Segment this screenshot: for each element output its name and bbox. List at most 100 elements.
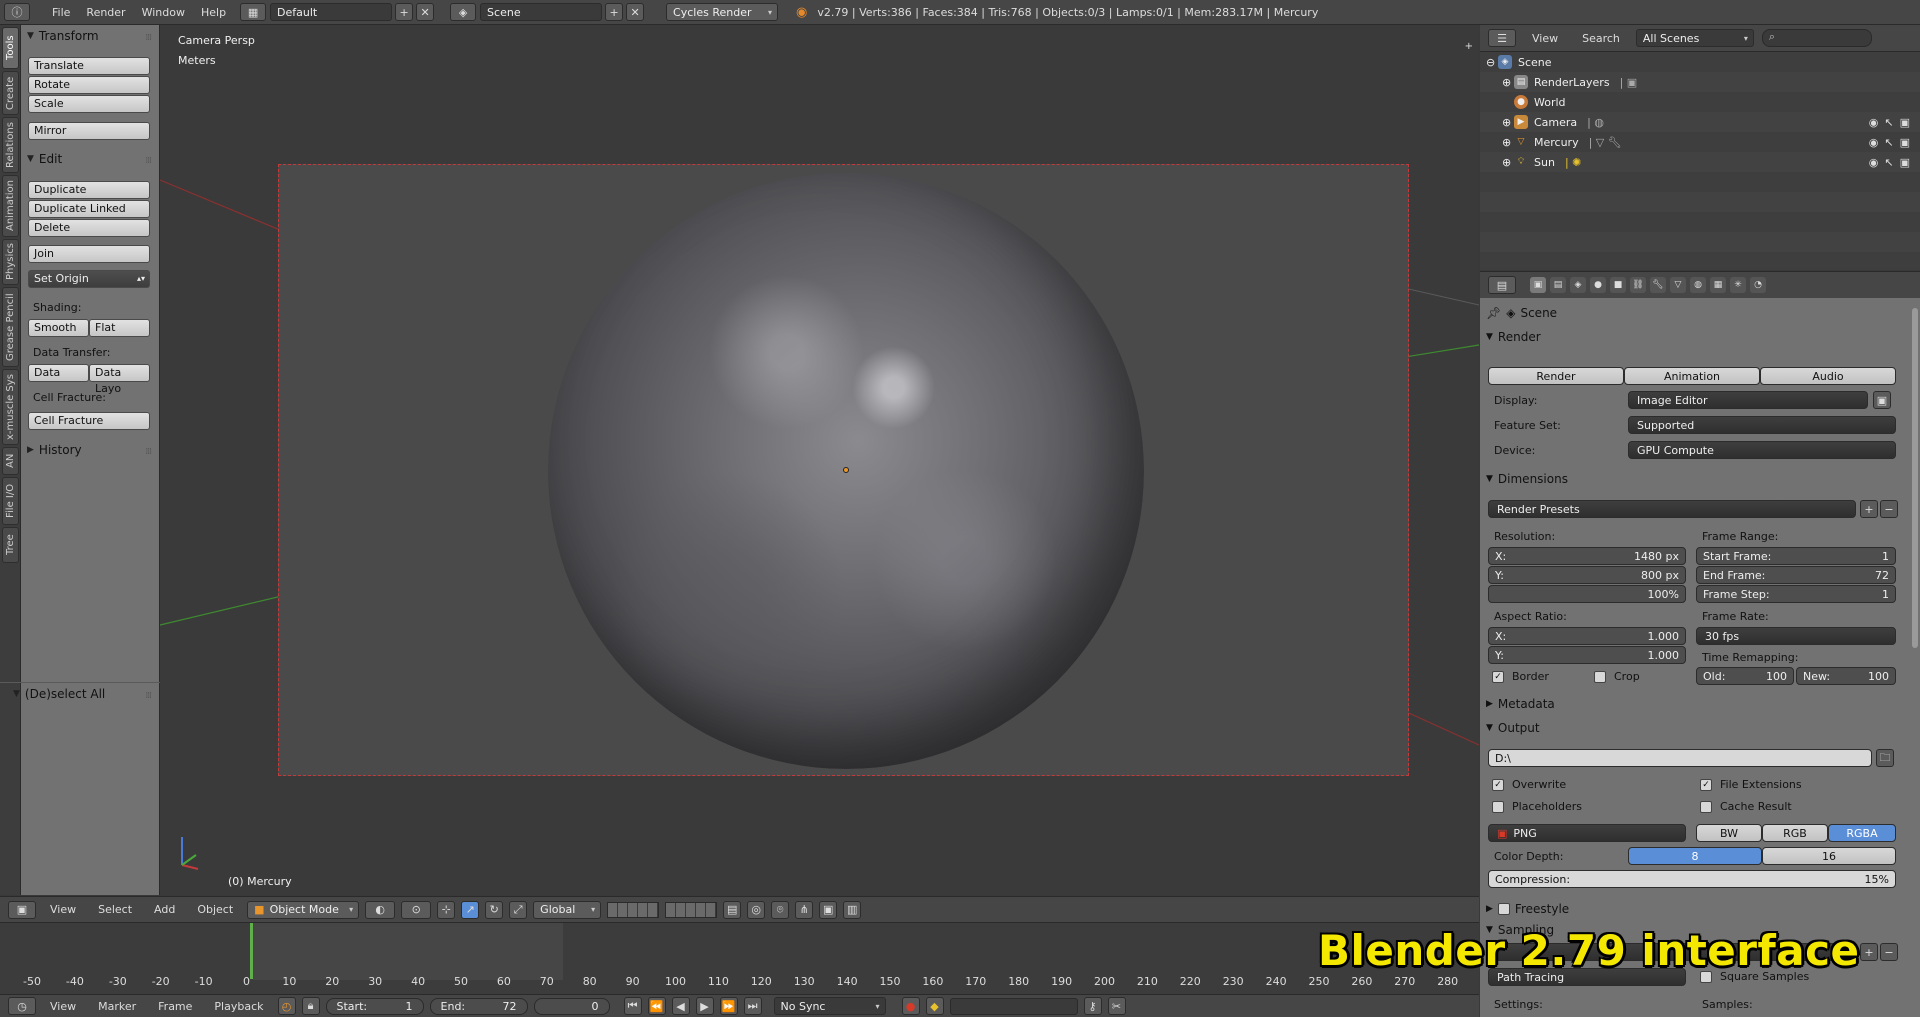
resolution-percent-field[interactable]: 100%: [1488, 585, 1686, 603]
panel-history-header[interactable]: ▶ History: [27, 443, 82, 457]
color-rgb-button[interactable]: RGB: [1762, 824, 1828, 842]
outliner-item-mercury[interactable]: ⊕ ▽ Mercury | ▽ 🔧︎ ◉ ↖ ▣: [1480, 132, 1920, 152]
editor-type-info-icon[interactable]: ⓘ: [4, 3, 30, 21]
depth-16-button[interactable]: 16: [1762, 847, 1896, 865]
keying-set-icon[interactable]: ◆: [925, 997, 944, 1015]
visibility-toggles[interactable]: ◉ ↖ ▣: [1869, 156, 1910, 169]
device-dropdown[interactable]: GPU Compute: [1628, 441, 1896, 459]
tab-renderlayers-icon[interactable]: ▤: [1550, 277, 1566, 293]
jump-keyframe-forward-icon[interactable]: ⏩: [719, 997, 738, 1015]
play-reverse-icon[interactable]: ◀: [671, 997, 690, 1015]
collapse-icon[interactable]: ⊖: [1486, 56, 1498, 69]
outliner-item-renderlayers[interactable]: ⊕ ▤ RenderLayers | ▣: [1480, 72, 1920, 92]
menu-marker[interactable]: Marker: [90, 1000, 144, 1013]
render-icon[interactable]: ▣: [1900, 136, 1910, 149]
time-new-field[interactable]: New: 100: [1796, 667, 1896, 685]
data-button[interactable]: Data: [28, 364, 89, 382]
outliner-item-camera[interactable]: ⊕ ▶ Camera | ◍ ◉ ↖ ▣: [1480, 112, 1920, 132]
delete-keyframe-icon[interactable]: ✂: [1107, 997, 1126, 1015]
translate-button[interactable]: Translate: [28, 57, 150, 75]
menu-object[interactable]: Object: [189, 903, 241, 916]
drag-grip-icon[interactable]: ⁞⁞⁞: [145, 447, 152, 457]
menu-add[interactable]: Add: [146, 903, 183, 916]
menu-file[interactable]: File: [44, 6, 78, 19]
editor-type-3dview-icon[interactable]: ▣: [8, 900, 36, 919]
tab-animation[interactable]: Animation: [2, 175, 19, 237]
3d-viewport[interactable]: Camera Persp Meters (0) Mercury +: [160, 25, 1479, 895]
tab-particles-icon[interactable]: ✳: [1730, 277, 1746, 293]
cursor-icon[interactable]: ↖: [1884, 136, 1893, 149]
pivot-point-icon[interactable]: ⊙: [401, 900, 432, 919]
panel-freestyle-header[interactable]: ▶ Freestyle: [1486, 898, 1904, 920]
drag-grip-icon[interactable]: ⁞⁞⁞: [145, 33, 152, 43]
timeline[interactable]: -50 -40 -30 -20 -10 0 10 20 30 40 50 60 70 80 90 100 110…: [0, 922, 1479, 994]
outliner-item-world[interactable]: ● World: [1480, 92, 1920, 112]
tab-x-muscle-sys[interactable]: x-muscle Sys: [2, 369, 19, 445]
menu-help[interactable]: Help: [193, 6, 234, 19]
tab-texture-icon[interactable]: ▦: [1710, 277, 1726, 293]
remove-preset-icon[interactable]: −: [1880, 943, 1898, 961]
expand-icon[interactable]: ⊕: [1502, 156, 1514, 169]
scale-manipulator-icon[interactable]: ⤢: [509, 900, 528, 919]
scene-dropdown[interactable]: Scene: [480, 3, 603, 21]
transform-orientation-dropdown[interactable]: Global ▾: [533, 900, 602, 919]
editor-type-properties-icon[interactable]: ▤: [1488, 276, 1516, 294]
resolution-y-field[interactable]: Y: 800 px: [1488, 566, 1686, 584]
tab-scene-icon[interactable]: ◈: [1570, 277, 1586, 293]
menu-render[interactable]: Render: [78, 6, 133, 19]
feature-set-dropdown[interactable]: Supported: [1628, 416, 1896, 434]
expand-icon[interactable]: ⊕: [1502, 136, 1514, 149]
tab-material-icon[interactable]: ◍: [1690, 277, 1706, 293]
add-preset-icon[interactable]: +: [1860, 500, 1878, 518]
cursor-icon[interactable]: ↖: [1884, 116, 1893, 129]
jump-end-icon[interactable]: ⏭: [743, 997, 762, 1015]
tab-tools[interactable]: Tools: [2, 27, 19, 69]
expand-icon[interactable]: ⊕: [1502, 116, 1514, 129]
screen-layout-icon[interactable]: ▦: [240, 3, 267, 21]
add-preset-icon[interactable]: +: [1860, 943, 1878, 961]
mode-dropdown[interactable]: ■ Object Mode ▾: [247, 900, 360, 919]
overwrite-checkbox[interactable]: ✓: [1492, 779, 1504, 791]
start-frame-field[interactable]: Start Frame: 1: [1696, 547, 1896, 565]
tab-an[interactable]: AN: [2, 447, 19, 475]
visibility-toggles[interactable]: ◉ ↖ ▣: [1869, 136, 1910, 149]
expand-icon[interactable]: ⊕: [1502, 76, 1514, 89]
display-mode-dropdown[interactable]: All Scenes ▾: [1635, 29, 1754, 47]
render-anim-icon[interactable]: ▥: [843, 900, 862, 919]
delete-button[interactable]: Delete: [28, 219, 150, 237]
panel-dimensions-header[interactable]: ▼ Dimensions: [1486, 468, 1904, 490]
aspect-x-field[interactable]: X: 1.000: [1488, 627, 1686, 645]
start-frame-field[interactable]: Start: 1: [325, 997, 424, 1015]
crop-checkbox[interactable]: [1594, 671, 1606, 683]
search-input[interactable]: ⌕: [1761, 29, 1872, 47]
audio-button[interactable]: Audio: [1760, 367, 1896, 385]
menu-select[interactable]: Select: [90, 903, 140, 916]
flat-button[interactable]: Flat: [89, 319, 150, 337]
remove-scene-icon[interactable]: ✕: [626, 3, 645, 21]
editor-type-timeline-icon[interactable]: ◷: [8, 997, 36, 1015]
tab-object-icon[interactable]: ■: [1610, 277, 1626, 293]
color-bw-button[interactable]: BW: [1696, 824, 1762, 842]
folder-icon[interactable]: 🗀︎: [1876, 749, 1894, 767]
manipulator-toggle-icon[interactable]: ⊹: [437, 900, 456, 919]
render-engine-dropdown[interactable]: Cycles Render ▾: [666, 3, 779, 21]
current-frame-field[interactable]: 0: [533, 997, 610, 1015]
render-presets-dropdown[interactable]: Render Presets: [1488, 500, 1856, 518]
visibility-toggles[interactable]: ◉ ↖ ▣: [1869, 116, 1910, 129]
playhead[interactable]: [250, 923, 253, 979]
editor-type-outliner-icon[interactable]: ☰: [1488, 29, 1516, 47]
scrollbar[interactable]: [1912, 308, 1918, 648]
jump-keyframe-back-icon[interactable]: ⏪: [647, 997, 666, 1015]
play-icon[interactable]: ▶: [695, 997, 714, 1015]
panel-deselect-header[interactable]: ▼ (De)select All: [13, 687, 105, 701]
layer-buttons[interactable]: [607, 901, 660, 918]
freestyle-checkbox[interactable]: [1497, 903, 1510, 915]
cache-result-checkbox[interactable]: [1700, 801, 1712, 813]
proportional-edit-icon[interactable]: ◎: [747, 900, 766, 919]
render-icon[interactable]: ▣: [1900, 116, 1910, 129]
file-format-dropdown[interactable]: ▣ PNG: [1488, 824, 1686, 842]
set-origin-dropdown[interactable]: Set Origin ▴▾: [28, 270, 150, 288]
tab-tree[interactable]: Tree: [2, 527, 19, 563]
join-button[interactable]: Join: [28, 245, 150, 263]
depth-8-button[interactable]: 8: [1628, 847, 1762, 865]
